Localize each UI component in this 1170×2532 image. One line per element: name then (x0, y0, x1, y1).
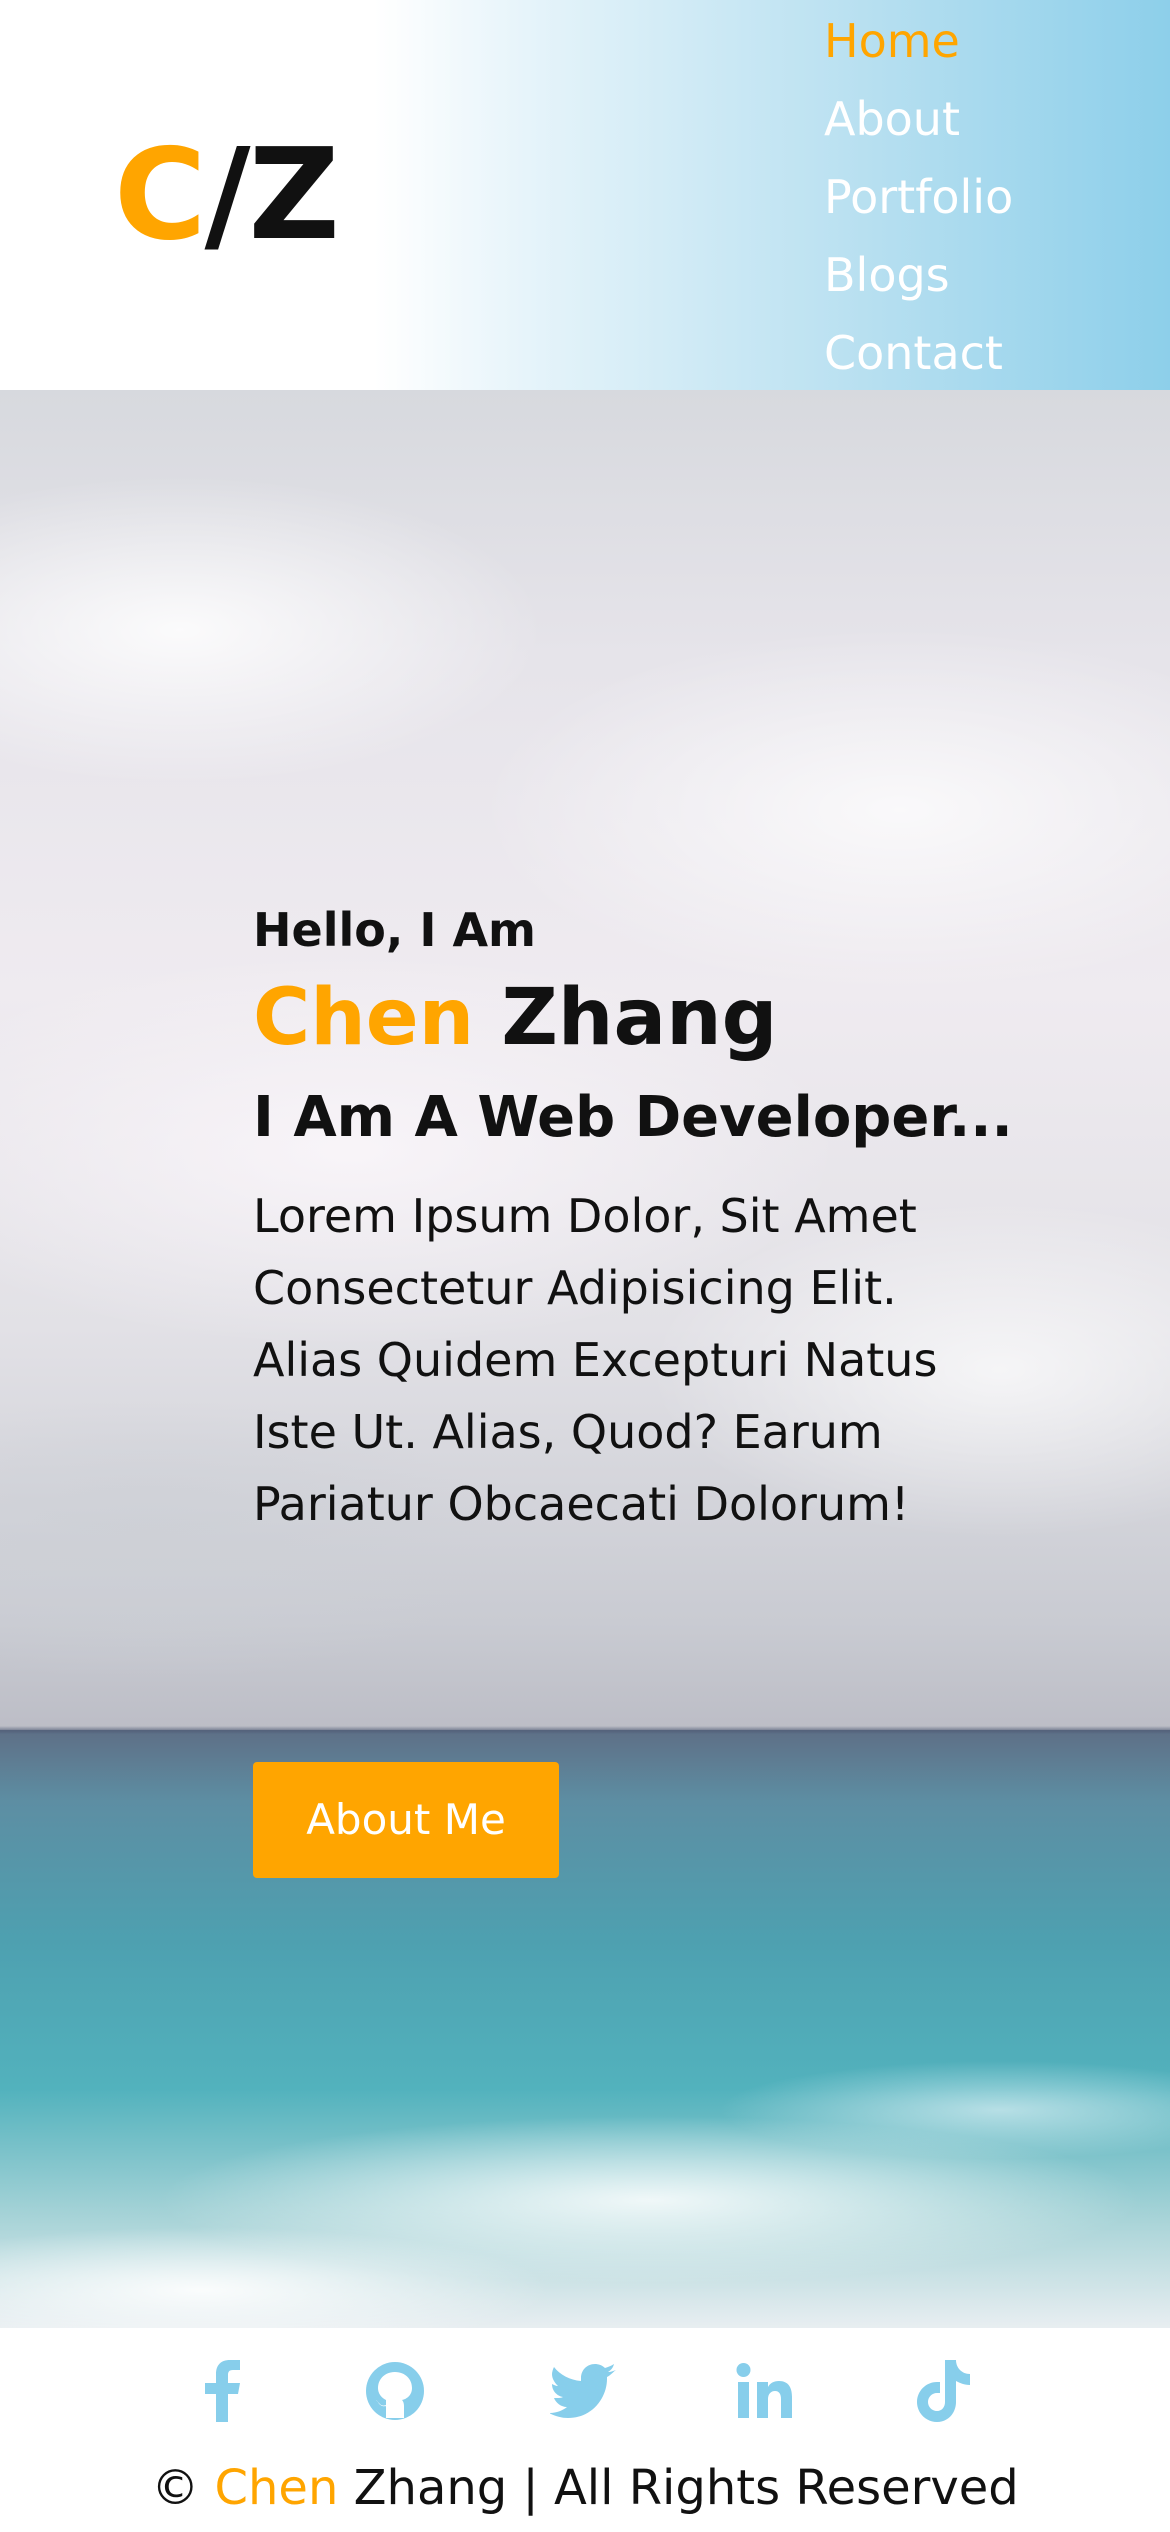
logo-rest: /Z (204, 121, 339, 268)
site-header: C/Z Home About Portfolio Blogs Contact (0, 0, 1170, 390)
hero-name: Chen Zhang (253, 968, 973, 1068)
hero-greeting: Hello, I Am (253, 903, 536, 957)
social-links (0, 2356, 1170, 2436)
main-nav: Home About Portfolio Blogs Contact (824, 2, 1013, 392)
copyright-symbol: © (151, 2460, 200, 2516)
hero-last-name: Zhang (501, 973, 778, 1063)
nav-item-home[interactable]: Home (824, 2, 1013, 80)
hero-horizon (0, 1726, 1170, 1734)
nav-item-portfolio[interactable]: Portfolio (824, 158, 1013, 236)
linkedin-icon[interactable] (730, 2356, 800, 2426)
hero-section: Hello, I Am Chen Zhang I Am A Web Develo… (0, 390, 1170, 2328)
facebook-icon[interactable] (187, 2356, 257, 2426)
copyright-first-name: Chen (214, 2460, 339, 2516)
site-footer: © Chen Zhang | All Rights Reserved (0, 2328, 1170, 2532)
hero-role: I Am A Web Developer... (253, 1085, 1013, 1150)
nav-item-contact[interactable]: Contact (824, 314, 1013, 392)
copyright: © Chen Zhang | All Rights Reserved (0, 2458, 1170, 2518)
hero-bio: Lorem Ipsum Dolor, Sit Amet Consectetur … (253, 1189, 938, 1531)
github-icon[interactable] (360, 2356, 430, 2426)
copyright-rest: Zhang | All Rights Reserved (353, 2460, 1019, 2516)
twitter-icon[interactable] (548, 2356, 618, 2426)
hero-content: Hello, I Am Chen Zhang I Am A Web Develo… (253, 900, 1013, 1540)
logo[interactable]: C/Z (114, 120, 340, 270)
about-me-button[interactable]: About Me (253, 1762, 559, 1878)
logo-initial: C (114, 121, 206, 268)
hero-background-sea (0, 1730, 1170, 2328)
page: C/Z Home About Portfolio Blogs Contact H… (0, 0, 1170, 2532)
nav-item-blogs[interactable]: Blogs (824, 236, 1013, 314)
tiktok-icon[interactable] (908, 2356, 978, 2426)
hero-first-name: Chen (253, 973, 475, 1063)
nav-item-about[interactable]: About (824, 80, 1013, 158)
